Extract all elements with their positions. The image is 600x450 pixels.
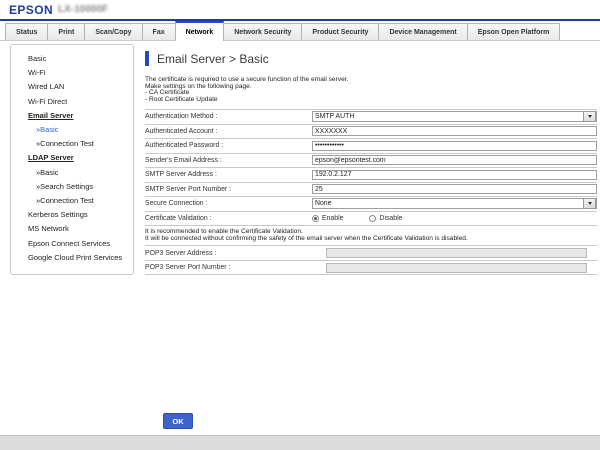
form-row-authenticated-password: Authenticated Password : xyxy=(145,139,597,154)
app-header: EPSON LX-10000F xyxy=(0,0,600,21)
sidebar-item-wired-lan[interactable]: Wired LAN xyxy=(11,80,133,94)
title-accent-bar xyxy=(145,51,149,66)
selected-value: SMTP AUTH xyxy=(313,113,583,120)
field-label: SMTP Server Address : xyxy=(145,171,312,178)
ok-button[interactable]: OK xyxy=(163,413,193,429)
main-content: Email Server > Basic The certificate is … xyxy=(145,47,597,275)
smtp-server-address-input[interactable] xyxy=(312,170,597,180)
sidebar-item-ldap-server: LDAP Server xyxy=(11,151,133,165)
certificate-validation-note: It is recommended to enable the Certific… xyxy=(145,226,597,246)
tab-status[interactable]: Status xyxy=(5,23,48,40)
field-control xyxy=(312,170,597,180)
form-row-authenticated-account: Authenticated Account : xyxy=(145,125,597,140)
radio-label: Disable xyxy=(379,215,402,222)
field-label: Sender's Email Address : xyxy=(145,157,312,164)
sender-s-email-address-input[interactable] xyxy=(312,155,597,165)
form-row-pop3-server-address: POP3 Server Address : xyxy=(145,246,597,261)
page-title: Email Server > Basic xyxy=(157,52,269,66)
tab-network[interactable]: Network xyxy=(175,21,225,41)
sidebar-item-google-cloud-print-services[interactable]: Google Cloud Print Services xyxy=(11,251,133,265)
note-line: It is recommended to enable the Certific… xyxy=(145,228,597,235)
form-row-authentication-method: Authentication Method :SMTP AUTH xyxy=(145,110,597,125)
tab-print[interactable]: Print xyxy=(47,23,85,40)
field-label: Certificate Validation : xyxy=(145,215,312,222)
form-row-pop3-server-port-number: POP3 Server Port Number : xyxy=(145,261,597,276)
bottom-strip xyxy=(0,435,600,450)
tab-epson-open-platform[interactable]: Epson Open Platform xyxy=(467,23,561,40)
sidebar-item-connection-test[interactable]: »Connection Test xyxy=(11,194,133,208)
field-label: Secure Connection : xyxy=(145,200,312,207)
pop3-server-port-number-input xyxy=(326,263,587,273)
sidebar-item-basic[interactable]: Basic xyxy=(11,52,133,66)
field-label: POP3 Server Address : xyxy=(145,250,312,257)
field-control: None xyxy=(312,198,597,209)
sidebar-item-basic[interactable]: »Basic xyxy=(11,123,133,137)
tab-bar: StatusPrintScan/CopyFaxNetworkNetwork Se… xyxy=(0,21,600,41)
field-control xyxy=(312,155,597,165)
tab-network-security[interactable]: Network Security xyxy=(223,23,302,40)
field-control xyxy=(312,184,597,194)
sidebar-item-email-server: Email Server xyxy=(11,109,133,123)
radio-icon xyxy=(312,215,319,222)
sidebar-item-epson-connect-services[interactable]: Epson Connect Services xyxy=(11,237,133,251)
form-row-smtp-server-port-number: SMTP Server Port Number : xyxy=(145,183,597,198)
printer-model-name: LX-10000F xyxy=(58,4,108,15)
tab-fax[interactable]: Fax xyxy=(142,23,176,40)
note-line: It will be connected without confirming … xyxy=(145,235,597,242)
dropdown-arrow-icon[interactable] xyxy=(583,198,596,209)
smtp-server-port-number-input[interactable] xyxy=(312,184,597,194)
authentication-method-select[interactable]: SMTP AUTH xyxy=(312,111,597,122)
secure-connection-select[interactable]: None xyxy=(312,198,597,209)
pop3-server-address-input xyxy=(326,248,587,258)
tab-product-security[interactable]: Product Security xyxy=(301,23,379,40)
certificate-validation-radio-disable[interactable]: Disable xyxy=(369,215,402,222)
sidebar-item-basic[interactable]: »Basic xyxy=(11,166,133,180)
form-row-sender-s-email-address: Sender's Email Address : xyxy=(145,154,597,169)
selected-value: None xyxy=(313,200,583,207)
field-control xyxy=(312,141,597,151)
form-row-certificate-validation: Certificate Validation : Enable Disable xyxy=(145,212,597,227)
authenticated-password-input[interactable] xyxy=(312,141,597,151)
sidebar-item-ms-network[interactable]: MS Network xyxy=(11,222,133,236)
sidebar-item-kerberos-settings[interactable]: Kerberos Settings xyxy=(11,208,133,222)
dropdown-arrow-icon[interactable] xyxy=(583,111,596,122)
field-label: POP3 Server Port Number : xyxy=(145,264,312,271)
sidebar-nav: BasicWi-FiWired LANWi-Fi DirectEmail Ser… xyxy=(10,44,134,275)
field-label: Authenticated Password : xyxy=(145,142,312,149)
email-server-form: Authentication Method :SMTP AUTHAuthenti… xyxy=(145,109,597,275)
form-row-smtp-server-address: SMTP Server Address : xyxy=(145,168,597,183)
page-description: The certificate is required to use a sec… xyxy=(145,77,597,103)
tab-scan-copy[interactable]: Scan/Copy xyxy=(84,23,142,40)
certificate-validation-radio-enable[interactable]: Enable xyxy=(312,215,343,222)
sidebar-item-wi-fi[interactable]: Wi-Fi xyxy=(11,66,133,80)
sidebar-item-wi-fi-direct[interactable]: Wi-Fi Direct xyxy=(11,95,133,109)
page-title-bar: Email Server > Basic xyxy=(145,51,597,66)
radio-icon xyxy=(369,215,376,222)
chevron-down-icon xyxy=(588,115,592,118)
field-control xyxy=(326,263,587,273)
form-row-secure-connection: Secure Connection :None xyxy=(145,197,597,212)
field-label: Authentication Method : xyxy=(145,113,312,120)
field-label: Authenticated Account : xyxy=(145,128,312,135)
field-control xyxy=(326,248,587,258)
authenticated-account-input[interactable] xyxy=(312,126,597,136)
field-control: Enable Disable xyxy=(312,215,597,222)
field-control: SMTP AUTH xyxy=(312,111,597,122)
radio-label: Enable xyxy=(322,215,343,222)
field-control xyxy=(312,126,597,136)
sidebar-item-search-settings[interactable]: »Search Settings xyxy=(11,180,133,194)
chevron-down-icon xyxy=(588,202,592,205)
epson-logo: EPSON xyxy=(9,3,53,17)
tab-device-management[interactable]: Device Management xyxy=(378,23,467,40)
sidebar-item-connection-test[interactable]: »Connection Test xyxy=(11,137,133,151)
description-line: - Root Certificate Update xyxy=(145,97,597,104)
field-label: SMTP Server Port Number : xyxy=(145,186,312,193)
